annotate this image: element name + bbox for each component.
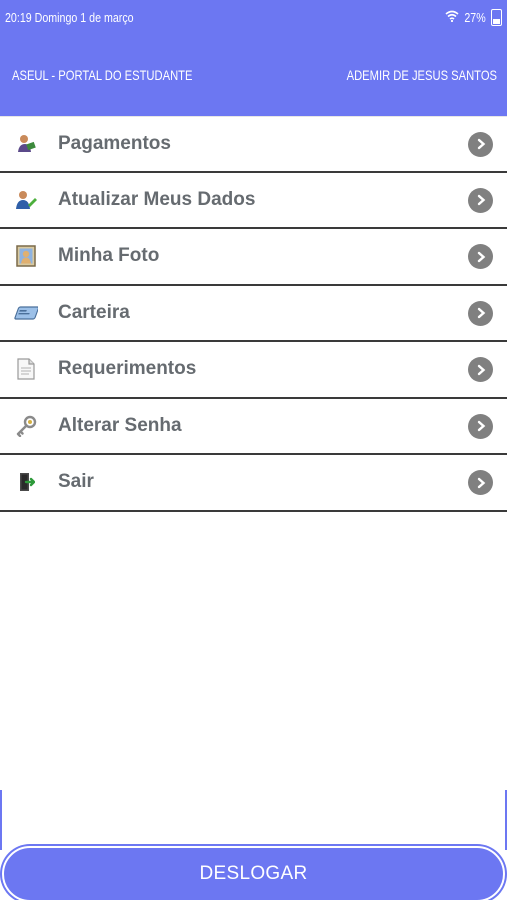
status-indicators: 27% bbox=[445, 8, 502, 26]
main-menu: Pagamentos Atualizar Meus Dados Minha Fo… bbox=[0, 116, 507, 512]
menu-item-atualizar-dados[interactable]: Atualizar Meus Dados bbox=[0, 172, 507, 229]
logout-button[interactable]: DESLOGAR bbox=[2, 846, 505, 900]
user-name: ADEMIR DE JESUS SANTOS bbox=[346, 67, 497, 83]
chevron-right-icon bbox=[468, 244, 493, 270]
user-edit-icon bbox=[14, 188, 38, 212]
chevron-right-icon bbox=[468, 300, 493, 326]
chevron-right-icon bbox=[468, 187, 493, 213]
status-time-date: 20:19 Domingo 1 de março bbox=[5, 10, 134, 25]
card-icon bbox=[14, 301, 38, 325]
menu-item-pagamentos[interactable]: Pagamentos bbox=[0, 116, 507, 173]
chevron-right-icon bbox=[468, 131, 493, 157]
left-edge-strip bbox=[0, 790, 2, 850]
app-header: 20:19 Domingo 1 de março 27% ASEUL - POR… bbox=[0, 0, 507, 116]
menu-item-label: Pagamentos bbox=[58, 132, 171, 154]
portal-title: ASEUL - PORTAL DO ESTUDANTE bbox=[12, 67, 193, 83]
chevron-right-icon bbox=[468, 357, 493, 383]
menu-item-requerimentos[interactable]: Requerimentos bbox=[0, 342, 507, 399]
menu-item-sair[interactable]: Sair bbox=[0, 455, 507, 512]
menu-item-label: Minha Foto bbox=[58, 245, 160, 267]
menu-item-label: Alterar Senha bbox=[58, 414, 182, 436]
status-bar: 20:19 Domingo 1 de março 27% bbox=[0, 0, 507, 34]
wifi-icon bbox=[445, 10, 459, 25]
payment-icon bbox=[14, 132, 38, 156]
battery-percent: 27% bbox=[464, 9, 486, 25]
menu-item-minha-foto[interactable]: Minha Foto bbox=[0, 229, 507, 286]
menu-item-carteira[interactable]: Carteira bbox=[0, 285, 507, 342]
photo-icon bbox=[14, 244, 38, 268]
battery-icon bbox=[491, 8, 502, 26]
menu-item-label: Requerimentos bbox=[58, 358, 197, 380]
key-icon bbox=[14, 414, 38, 438]
menu-item-label: Atualizar Meus Dados bbox=[58, 188, 256, 210]
menu-item-alterar-senha[interactable]: Alterar Senha bbox=[0, 398, 507, 455]
chevron-right-icon bbox=[468, 413, 493, 439]
exit-door-icon bbox=[14, 470, 38, 494]
menu-item-label: Carteira bbox=[58, 301, 130, 323]
document-icon bbox=[14, 357, 38, 381]
chevron-right-icon bbox=[468, 470, 493, 496]
menu-item-label: Sair bbox=[58, 471, 94, 493]
